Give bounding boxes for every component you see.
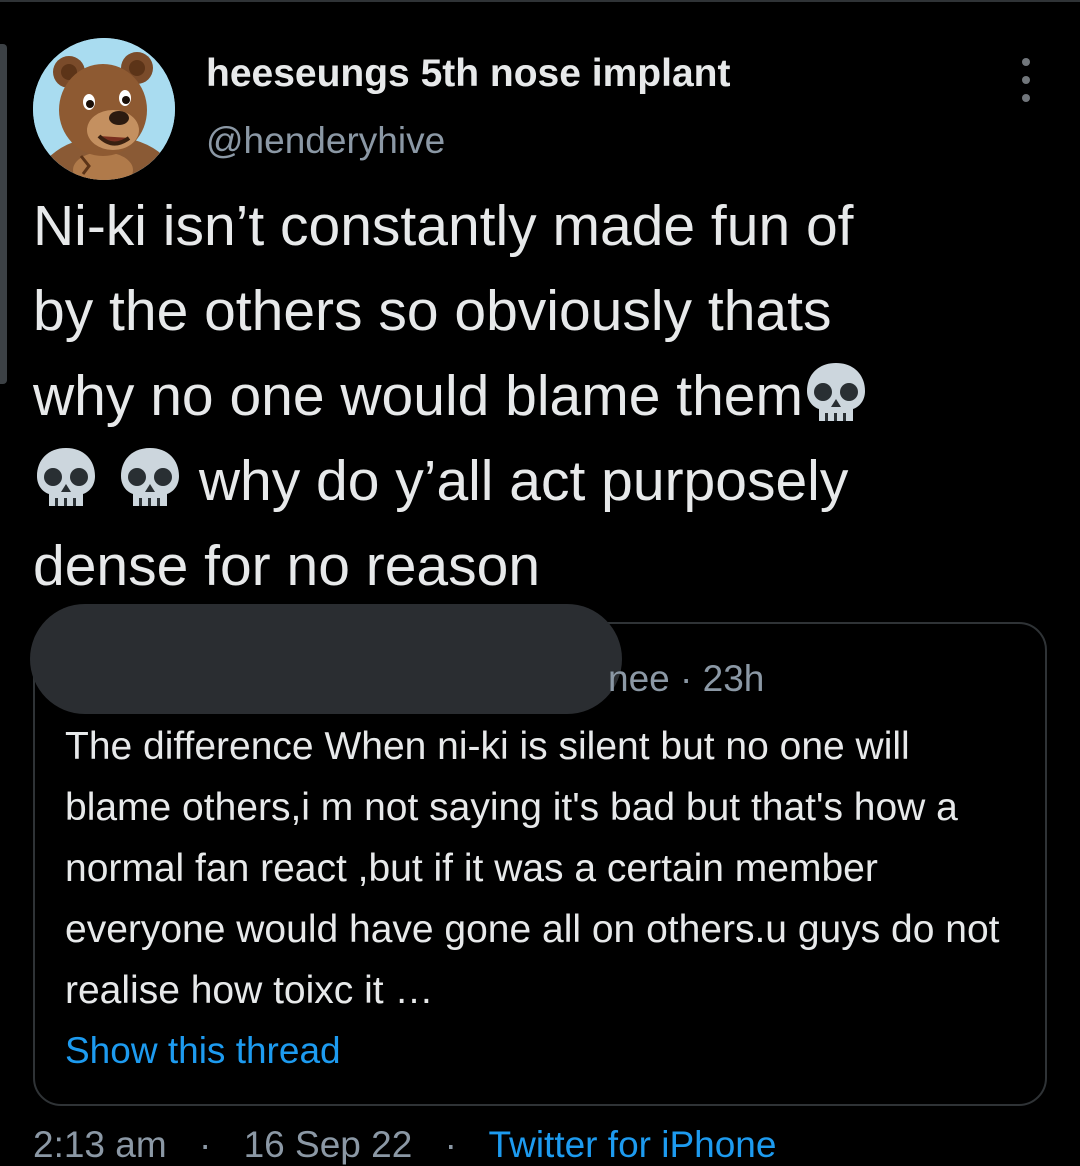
quoted-timestamp[interactable]: 23h — [703, 658, 765, 699]
skull-emoji-icon — [803, 359, 869, 425]
quoted-tweet-meta: nee · 23h — [608, 658, 764, 700]
footer-separator: · — [198, 1124, 212, 1165]
footer-separator: · — [444, 1124, 457, 1165]
tweet-time[interactable]: 2:13 am — [33, 1124, 167, 1165]
tweet-line-1: Ni-ki isn’t constantly made fun of — [33, 194, 854, 258]
tweet-footer-meta: 2:13 am · 16 Sep 22 · Twitter for iPhone — [33, 1124, 776, 1166]
redacted-author-block — [30, 604, 622, 714]
cartoon-bear-avatar-icon — [33, 38, 175, 180]
tweet-line-2: by the others so obviously thats — [33, 279, 832, 343]
tweet-line-3: why no one would blame them — [33, 364, 803, 428]
avatar[interactable] — [33, 38, 175, 180]
tweet-text: Ni-ki isn’t constantly made fun of by th… — [33, 184, 1033, 609]
more-vertical-icon — [1022, 58, 1030, 66]
more-vertical-icon-dot — [1022, 94, 1030, 102]
top-divider — [0, 0, 1080, 2]
quoted-tweet-text: The difference When ni-ki is silent but … — [65, 725, 1000, 1012]
quoted-author-partial[interactable]: nee — [608, 658, 670, 699]
meta-separator: · — [680, 658, 693, 699]
tweet-line-5: dense for no reason — [33, 534, 541, 598]
user-handle[interactable]: @henderyhive — [206, 120, 445, 162]
skull-emoji-icon — [33, 444, 99, 510]
skull-emoji-icon — [117, 444, 183, 510]
more-options-button[interactable] — [1008, 58, 1044, 102]
tweet-line-4: why do y’all act purposely — [183, 449, 849, 513]
more-vertical-icon-dot — [1022, 76, 1030, 84]
tweet-date[interactable]: 16 Sep 22 — [244, 1124, 413, 1165]
scroll-indicator[interactable] — [0, 44, 7, 384]
tweet-source-link[interactable]: Twitter for iPhone — [489, 1124, 777, 1165]
display-name[interactable]: heeseungs 5th nose implant — [206, 52, 730, 96]
show-thread-link[interactable]: Show this thread — [65, 1030, 341, 1072]
